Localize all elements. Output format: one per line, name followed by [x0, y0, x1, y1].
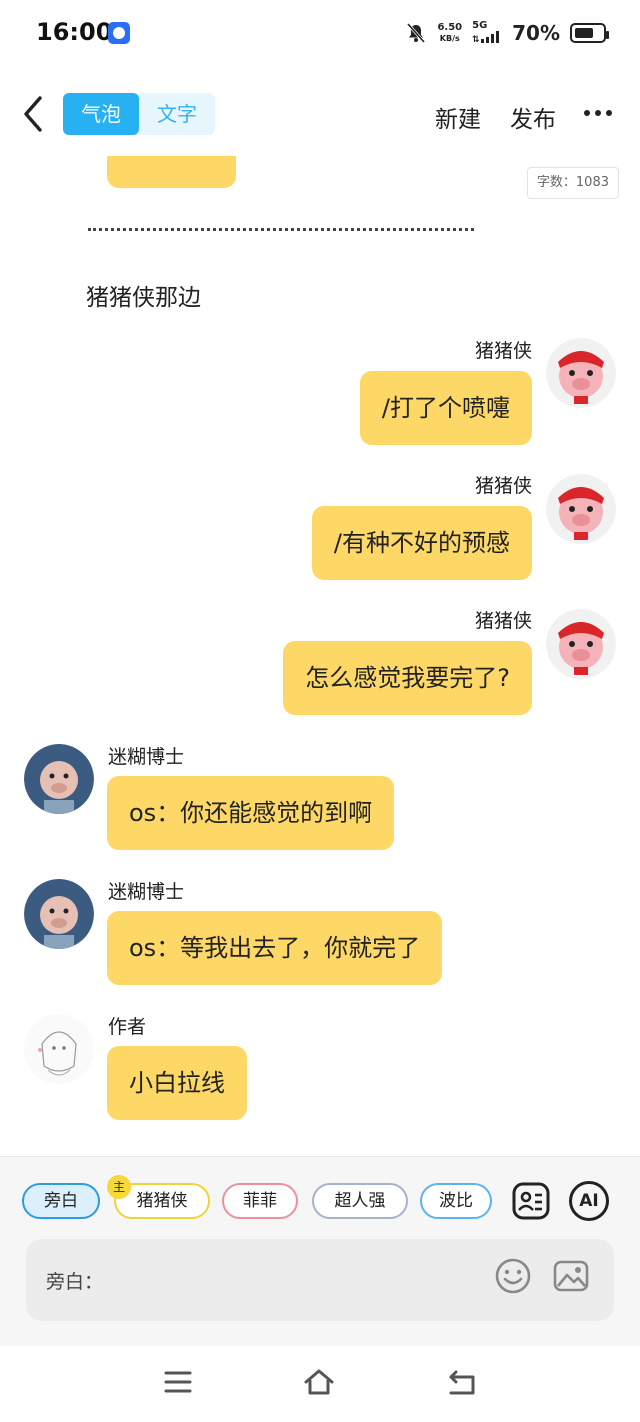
speaker-name: 猪猪侠	[474, 475, 532, 497]
speaker-name: 迷糊博士	[108, 881, 185, 903]
back-arrow-icon[interactable]	[18, 94, 52, 134]
composer-panel: 旁白 猪猪侠 主 菲菲 超人强 波比 AI 旁白：	[0, 1156, 640, 1346]
image-icon[interactable]	[552, 1257, 590, 1295]
more-icon[interactable]	[584, 110, 612, 118]
message-bubble[interactable]: /打了个喷嚏	[359, 371, 532, 445]
character-chip-super-strong[interactable]: 超人强	[312, 1183, 408, 1219]
message-bubble[interactable]: 小白拉线	[107, 1046, 247, 1120]
avatar-dr-muddle[interactable]	[24, 879, 94, 949]
speaker-name: 猪猪侠	[474, 340, 532, 362]
speaker-name: 猪猪侠	[474, 610, 532, 632]
avatar-pig-hero[interactable]	[546, 474, 616, 544]
emoji-icon[interactable]	[494, 1257, 532, 1295]
message-input[interactable]: 旁白：	[26, 1239, 614, 1321]
character-chip-bobby[interactable]: 波比	[420, 1183, 492, 1219]
avatar-author[interactable]	[24, 1014, 94, 1084]
svg-text:⇅: ⇅	[472, 35, 480, 43]
word-count-badge: 字数：1083	[526, 167, 619, 199]
tab-bubble[interactable]: 气泡	[63, 93, 139, 135]
message-bubble[interactable]: /有种不好的预感	[311, 506, 532, 580]
avatar-pig-hero[interactable]	[546, 338, 616, 408]
mute-bell-icon	[407, 23, 426, 43]
message-bubble[interactable]: os：你还能感觉的到啊	[107, 776, 395, 850]
chat-area[interactable]: 猪猪侠那边 猪猪侠 /打了个喷嚏 猪猪侠 /有种不好的预感 猪猪侠 怎么感觉我要…	[0, 156, 640, 1156]
app-notification-icon	[108, 22, 130, 44]
signal-strength: 5G ⇅	[472, 20, 502, 46]
system-nav-bar	[0, 1346, 640, 1422]
speaker-name: 迷糊博士	[108, 746, 185, 768]
signal-icon: ⇅	[472, 31, 500, 45]
battery-percent: 70%	[512, 21, 560, 45]
narration-text: 猪猪侠那边	[86, 285, 201, 311]
main-character-badge: 主	[107, 1175, 131, 1199]
previous-bubble[interactable]	[107, 156, 236, 188]
message-bubble[interactable]: 怎么感觉我要完了?	[283, 641, 532, 715]
menu-icon[interactable]	[162, 1366, 194, 1398]
status-bar: 16:00 6.50 KB/s 5G ⇅ 70%	[0, 0, 640, 66]
new-button[interactable]: 新建	[435, 100, 481, 134]
message-bubble[interactable]: os：等我出去了，你就完了	[107, 911, 443, 985]
speaker-name: 作者	[108, 1016, 147, 1038]
view-mode-toggle: 气泡 文字	[63, 93, 215, 135]
ai-button[interactable]: AI	[569, 1181, 609, 1221]
character-chip-feifei[interactable]: 菲菲	[222, 1183, 298, 1219]
character-list-icon[interactable]	[511, 1181, 551, 1221]
battery-icon	[570, 23, 609, 43]
input-speaker-label: 旁白：	[46, 1271, 104, 1293]
status-time: 16:00	[36, 18, 113, 46]
character-chip-narration[interactable]: 旁白	[22, 1183, 100, 1219]
home-icon[interactable]	[303, 1366, 335, 1398]
net-speed: 6.50 KB/s	[437, 22, 463, 43]
back-nav-icon[interactable]	[446, 1366, 478, 1398]
publish-button[interactable]: 发布	[510, 100, 556, 134]
avatar-dr-muddle[interactable]	[24, 744, 94, 814]
avatar-pig-hero[interactable]	[546, 609, 616, 679]
tab-text[interactable]: 文字	[139, 93, 215, 135]
top-bar: 气泡 文字 新建 发布	[0, 80, 640, 156]
divider	[88, 228, 474, 234]
